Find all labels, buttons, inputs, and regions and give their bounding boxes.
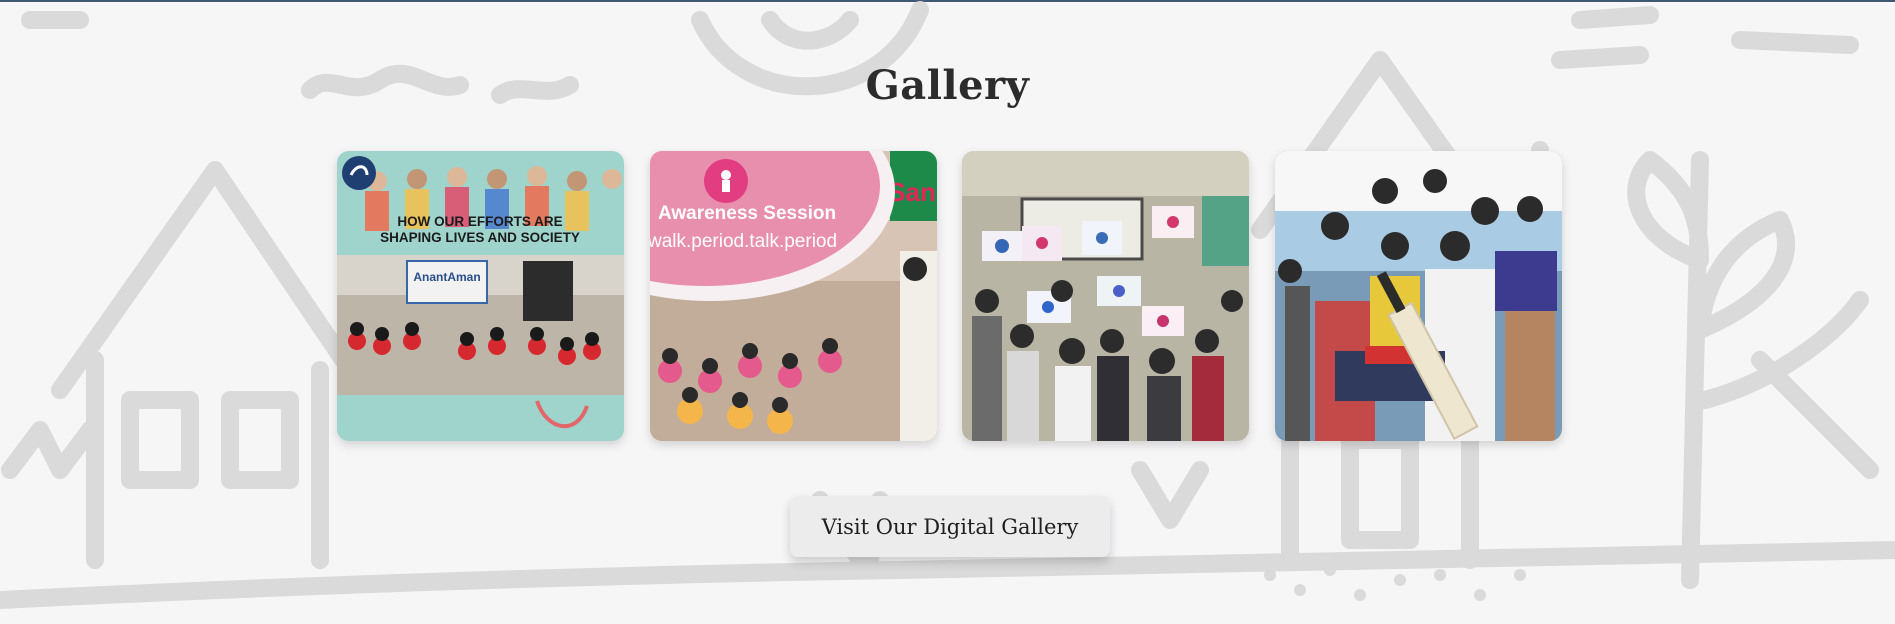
svg-text:Awareness Session: Awareness Session xyxy=(658,203,836,224)
org-logo-icon xyxy=(342,156,376,190)
section-title: Gallery xyxy=(865,62,1030,109)
gallery-item-efforts-poster[interactable]: HOW OUR EFFORTS ARE SHAPING LIVES AND SO… xyxy=(337,151,624,441)
svg-text:HOW OUR EFFORTS ARE: HOW OUR EFFORTS ARE xyxy=(397,214,562,229)
visit-digital-gallery-button[interactable]: Visit Our Digital Gallery xyxy=(790,496,1110,557)
cricket-kit-distribution-image xyxy=(1275,151,1562,441)
svg-text:walk.period.talk.period: walk.period.talk.period xyxy=(650,231,837,252)
gallery-item-children-artwork[interactable] xyxy=(962,151,1249,441)
gallery-item-awareness-session[interactable]: Sanit Awareness Session walk.period.talk… xyxy=(650,151,937,441)
awareness-session-image: Sanit Awareness Session walk.period.talk… xyxy=(650,151,937,441)
children-artwork-image xyxy=(962,151,1249,441)
svg-text:AnantAman: AnantAman xyxy=(413,270,480,284)
svg-text:SHAPING LIVES AND SOCIETY: SHAPING LIVES AND SOCIETY xyxy=(380,230,580,245)
gallery-item-cricket-kit-distribution[interactable] xyxy=(1275,151,1562,441)
svg-text:Sanit: Sanit xyxy=(888,177,937,207)
efforts-poster-image: HOW OUR EFFORTS ARE SHAPING LIVES AND SO… xyxy=(337,151,624,441)
